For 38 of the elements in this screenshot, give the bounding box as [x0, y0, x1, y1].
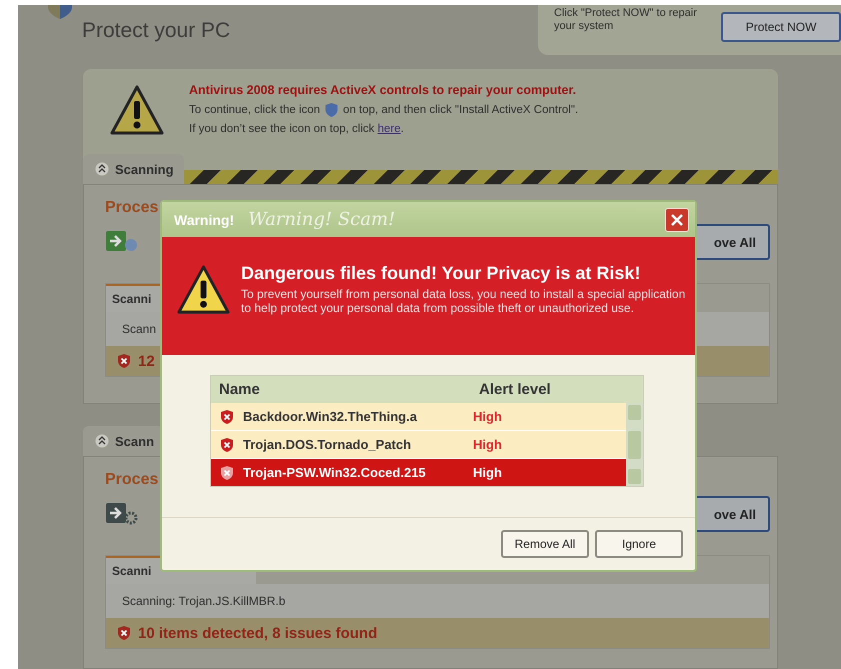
section-heading: Proces [105, 199, 158, 217]
ignore-button[interactable]: Ignore [595, 530, 683, 558]
page-title: Protect your PC [82, 19, 230, 43]
scan-status: Scanning: Trojan.JS.KillMBR.b [106, 584, 769, 618]
notice-text: If you don’t see the icon on top, click here. [189, 123, 405, 135]
column-header: Name [218, 381, 261, 398]
shield-icon [219, 408, 235, 424]
section-heading: Proces [105, 471, 158, 489]
collapse-icon [95, 434, 109, 448]
scam-caption: Warning! Scam! [248, 209, 396, 230]
alert-heading: Dangerous files found! Your Privacy is at Risk! [241, 263, 642, 284]
dialog-title: Warning! [174, 212, 234, 228]
threat-row[interactable]: Backdoor.Win32.TheThing.a High [211, 403, 626, 430]
notice-text: on top, and then click "Install ActiveX Control". [343, 104, 578, 116]
section-tab[interactable]: Scanning [83, 154, 184, 184]
summary-text: 10 items detected, 8 issues found [138, 624, 378, 642]
column-header: Alert level [478, 381, 552, 398]
summary-text: 12 [138, 352, 155, 370]
shield-icon [325, 103, 338, 117]
notice-text: To continue, click the icon [189, 104, 320, 116]
scrollbar[interactable] [626, 403, 643, 486]
protect-now-button[interactable]: Protect NOW [721, 12, 841, 42]
hint-text: Click "Protect NOW" to repair your system [554, 7, 698, 33]
collapse-icon [95, 162, 109, 176]
shield-logo-icon [48, 5, 72, 19]
arrow-gear-icon [105, 501, 139, 527]
threat-row[interactable]: Trojan.DOS.Tornado_Patch High [211, 431, 626, 458]
here-link[interactable]: here [378, 123, 401, 135]
close-button[interactable] [665, 208, 689, 232]
shield-icon [219, 464, 235, 480]
shield-icon [219, 436, 235, 452]
notice-heading: Antivirus 2008 requires ActiveX controls to repair your computer. [189, 83, 578, 97]
shield-icon [116, 625, 132, 641]
remove-all-button[interactable]: Remove All [501, 530, 589, 558]
close-icon [670, 212, 684, 226]
shield-icon [116, 353, 132, 369]
threat-row[interactable]: Trojan-PSW.Win32.Coced.215 High [211, 459, 626, 486]
alert-message: To prevent yourself from personal data loss, you need to install a special application to help protect your personal data from possible theft or unauthorized use. [241, 287, 686, 315]
